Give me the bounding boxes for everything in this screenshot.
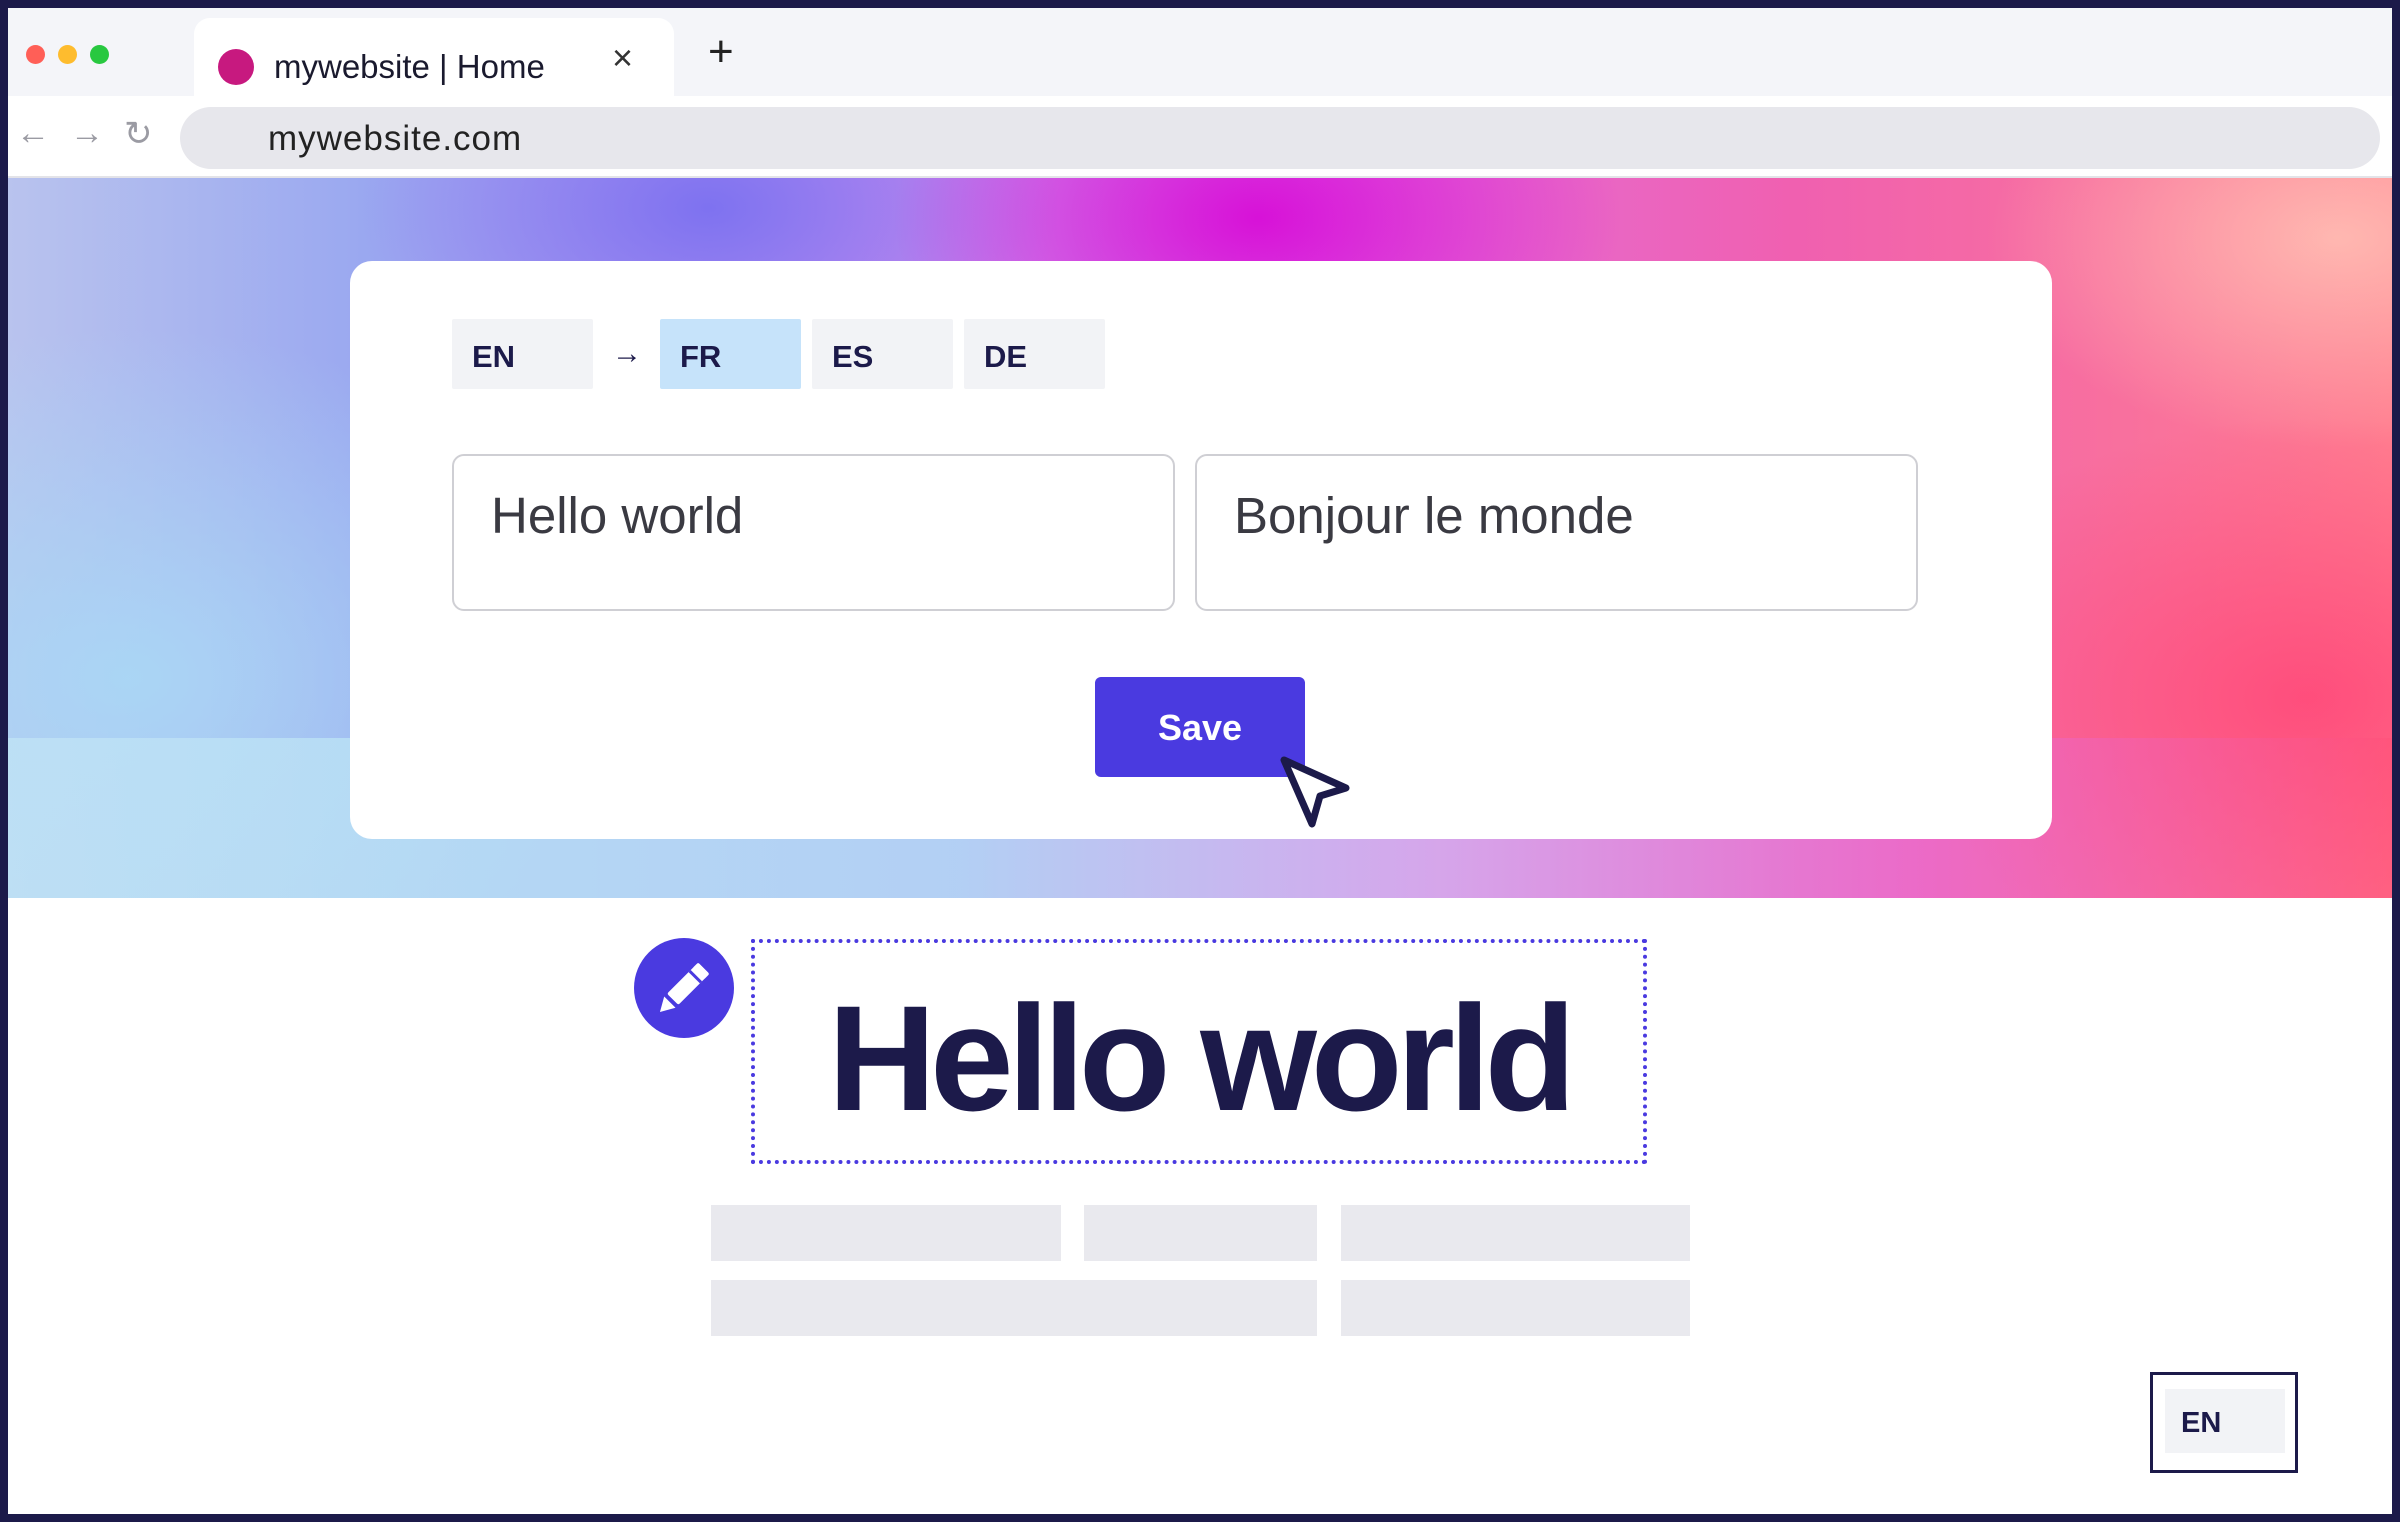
- text-placeholder: [711, 1205, 1061, 1261]
- target-language-tab-fr[interactable]: FR: [660, 319, 801, 389]
- minimize-window-button[interactable]: [58, 45, 77, 64]
- source-language-tab[interactable]: EN: [452, 319, 593, 389]
- language-switcher-inner: EN: [2165, 1389, 2285, 1453]
- maximize-window-button[interactable]: [90, 45, 109, 64]
- language-switcher-label: EN: [2181, 1407, 2222, 1439]
- browser-window: mywebsite | Home × + ← → ↻ mywebsite.com…: [8, 8, 2392, 1514]
- source-text-input[interactable]: Hello world: [452, 454, 1175, 611]
- translation-card: EN → FR ES DE Hello world Bonjour le mon…: [350, 261, 2052, 839]
- translated-text-value: Bonjour le monde: [1234, 487, 1634, 544]
- new-tab-button[interactable]: +: [708, 30, 734, 74]
- text-placeholder: [1341, 1205, 1690, 1261]
- text-placeholder: [711, 1280, 1317, 1336]
- text-placeholder: [1084, 1205, 1317, 1261]
- tab-close-icon[interactable]: ×: [612, 40, 633, 76]
- favicon-icon: [218, 49, 254, 85]
- target-language-label: DE: [984, 339, 1028, 374]
- close-window-button[interactable]: [26, 45, 45, 64]
- page-headline: Hello world: [827, 974, 1576, 1142]
- target-language-tab-es[interactable]: ES: [812, 319, 953, 389]
- save-button[interactable]: Save: [1095, 677, 1305, 777]
- back-icon[interactable]: ←: [16, 114, 50, 153]
- tab-bar: mywebsite | Home × +: [8, 8, 2392, 98]
- edit-button[interactable]: [634, 938, 734, 1038]
- target-language-tab-de[interactable]: DE: [964, 319, 1105, 389]
- window-controls: [26, 45, 109, 64]
- arrow-right-icon: →: [612, 337, 642, 370]
- address-bar-row: ← → ↻ mywebsite.com: [8, 96, 2392, 178]
- save-button-label: Save: [1157, 707, 1243, 748]
- url-text: mywebsite.com: [268, 119, 523, 158]
- pencil-icon: [659, 963, 709, 1013]
- reload-icon[interactable]: ↻: [124, 114, 153, 154]
- editable-headline-selection[interactable]: Hello world: [751, 939, 1647, 1164]
- browser-tab[interactable]: mywebsite | Home ×: [194, 18, 674, 98]
- mouse-pointer-icon: [1280, 756, 1350, 828]
- source-language-label: EN: [472, 339, 516, 374]
- translated-text-input[interactable]: Bonjour le monde: [1195, 454, 1918, 611]
- tab-title: mywebsite | Home: [274, 48, 545, 85]
- source-text-value: Hello world: [491, 487, 744, 544]
- target-language-label: ES: [832, 339, 874, 374]
- language-switcher[interactable]: EN: [2150, 1372, 2298, 1473]
- target-language-label: FR: [680, 339, 722, 374]
- address-bar[interactable]: mywebsite.com: [180, 107, 2380, 169]
- text-placeholder: [1341, 1280, 1690, 1336]
- forward-icon[interactable]: →: [70, 114, 104, 153]
